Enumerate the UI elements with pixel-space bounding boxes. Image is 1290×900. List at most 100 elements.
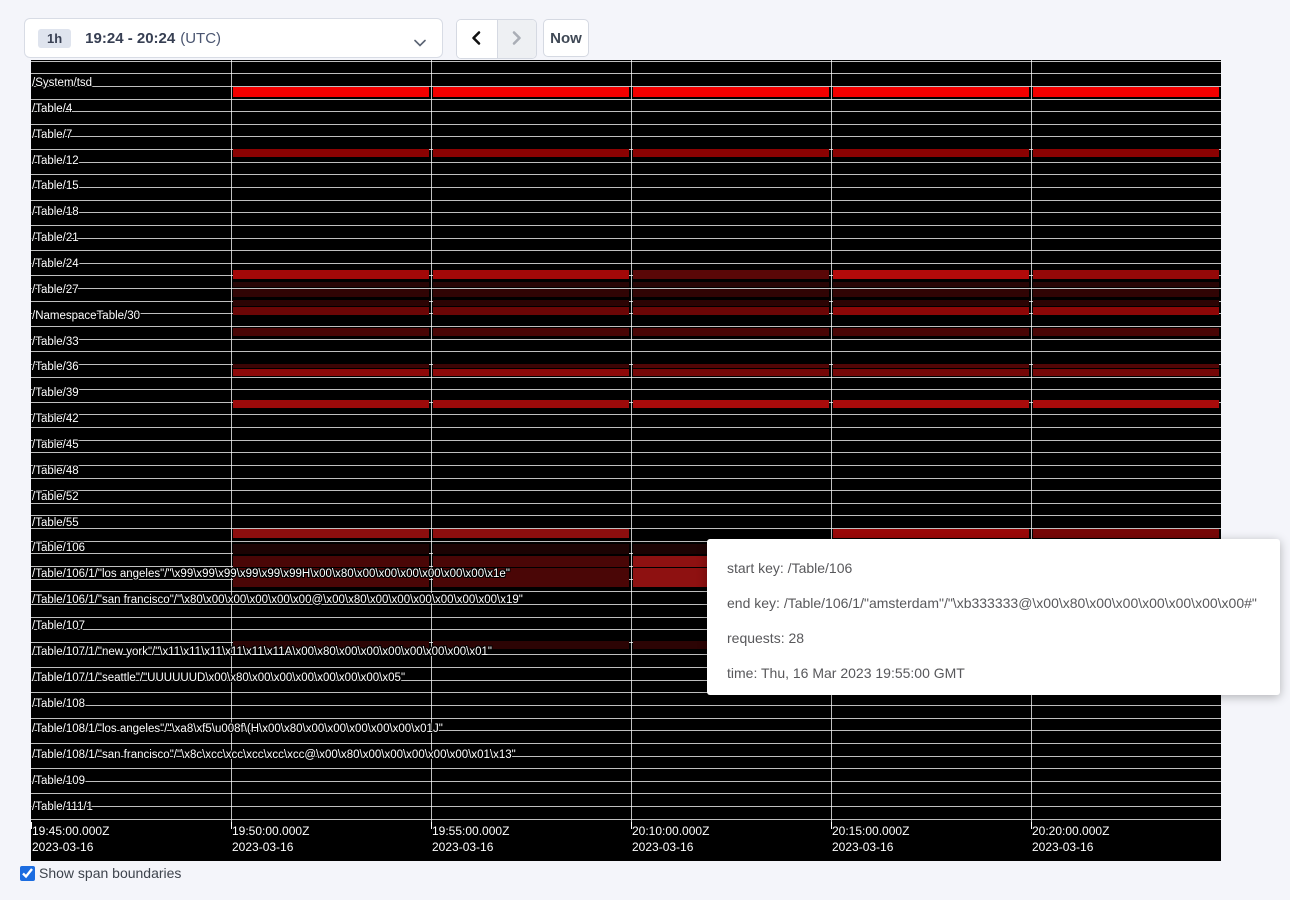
heat-band[interactable] [833,400,1029,409]
heat-band[interactable] [633,300,829,306]
span-boundary-line [31,806,1221,807]
span-boundary-line [31,793,1221,794]
span-key-label: /Table/27 [32,284,79,296]
heat-band[interactable] [433,282,629,288]
heat-band[interactable] [433,328,629,336]
heat-band[interactable] [633,400,829,409]
heat-band[interactable] [1033,87,1219,97]
heat-band[interactable] [233,369,429,376]
span-key-label: /System/tsd [32,77,92,89]
heat-band[interactable] [1033,282,1219,288]
heat-band[interactable] [233,364,429,368]
heat-band[interactable] [1033,400,1219,409]
heat-band[interactable] [633,369,829,376]
time-range-selector[interactable]: 1h 19:24 - 20:24 (UTC) [24,18,443,58]
span-boundary-line [31,326,1221,327]
heat-band[interactable] [833,529,1029,538]
heat-band[interactable] [233,282,429,288]
heat-band[interactable] [433,270,629,280]
span-boundary-line [31,174,1221,175]
span-boundary-line [31,200,1221,201]
heat-band[interactable] [233,149,429,157]
heat-band[interactable] [833,300,1029,306]
heat-band[interactable] [633,87,829,97]
heat-band[interactable] [833,87,1029,97]
heat-band[interactable] [833,149,1029,157]
heat-band[interactable] [1033,307,1219,315]
heat-band[interactable] [233,270,429,280]
heat-band[interactable] [1033,369,1219,376]
heat-band[interactable] [633,149,829,157]
axis-time-label: 19:55:00.000Z [432,824,509,838]
heat-band[interactable] [633,282,829,288]
show-span-boundaries-checkbox[interactable] [20,866,35,881]
heat-band[interactable] [433,364,629,368]
heat-band[interactable] [233,328,429,336]
span-key-label: /Table/45 [32,439,79,451]
span-key-label: /Table/15 [32,180,79,192]
heat-band[interactable] [833,307,1029,315]
heat-band[interactable] [433,556,629,567]
heat-band[interactable] [233,544,429,555]
span-boundary-line [31,743,1221,744]
heat-band[interactable] [833,364,1029,368]
heat-band[interactable] [1033,270,1219,280]
axis-date-label: 2023-03-16 [232,840,293,854]
heat-band[interactable] [233,556,429,567]
heat-band[interactable] [433,300,629,306]
now-button[interactable]: Now [543,19,589,57]
span-boundary-line [31,515,1221,516]
heat-band[interactable] [633,270,829,280]
chevron-right-icon [509,30,524,49]
heat-band[interactable] [633,328,829,336]
heat-band[interactable] [633,307,829,315]
key-visualizer-heatmap[interactable]: /System/tsd/Table/4/Table/7/Table/12/Tab… [31,60,1221,861]
span-boundary-line [31,377,1221,378]
heat-band[interactable] [233,289,429,298]
heat-band[interactable] [833,289,1029,298]
heat-band[interactable] [1033,300,1219,306]
tooltip-requests: requests: 28 [727,621,1280,656]
heat-band[interactable] [233,307,429,315]
heat-band[interactable] [433,400,629,409]
span-boundary-line [31,440,1221,441]
span-key-label: /Table/111/1 [32,801,93,813]
span-key-label: /Table/4 [32,103,72,115]
heat-band[interactable] [833,270,1029,280]
heat-band[interactable] [433,369,629,376]
heat-band[interactable] [833,328,1029,336]
time-bucket-line [431,60,432,822]
heat-band[interactable] [1033,328,1219,336]
heat-band[interactable] [633,364,829,368]
span-boundary-line [31,238,1221,239]
heat-band[interactable] [633,289,829,298]
span-key-label: /Table/108/1/"san francisco"/"\x8c\xcc\x… [32,749,516,761]
span-key-label: /Table/107/1/"seattle"/"UUUUUUD\x00\x80\… [32,672,405,684]
heat-band[interactable] [1033,289,1219,298]
span-key-label: /Table/48 [32,465,79,477]
span-key-label: /Table/55 [32,517,79,529]
heat-band[interactable] [433,529,629,538]
heat-band[interactable] [233,300,429,306]
heat-band[interactable] [433,87,629,97]
heat-band[interactable] [433,149,629,157]
next-time-button[interactable] [497,20,537,58]
span-boundary-line [31,718,1221,719]
heat-band[interactable] [233,87,429,97]
heat-band[interactable] [433,289,629,298]
span-boundary-line [31,124,1221,125]
heat-band[interactable] [1033,149,1219,157]
heat-band[interactable] [233,400,429,409]
heat-band[interactable] [1033,529,1219,538]
heat-band[interactable] [833,369,1029,376]
prev-time-button[interactable] [457,20,497,58]
span-boundary-line [31,73,1221,74]
heat-band[interactable] [233,529,429,538]
span-boundary-line [31,705,1221,706]
span-boundary-line [31,768,1221,769]
span-boundary-line [31,162,1221,163]
heat-band[interactable] [433,307,629,315]
heat-band[interactable] [1033,364,1219,368]
heat-band[interactable] [833,282,1029,288]
heat-band[interactable] [433,544,629,555]
